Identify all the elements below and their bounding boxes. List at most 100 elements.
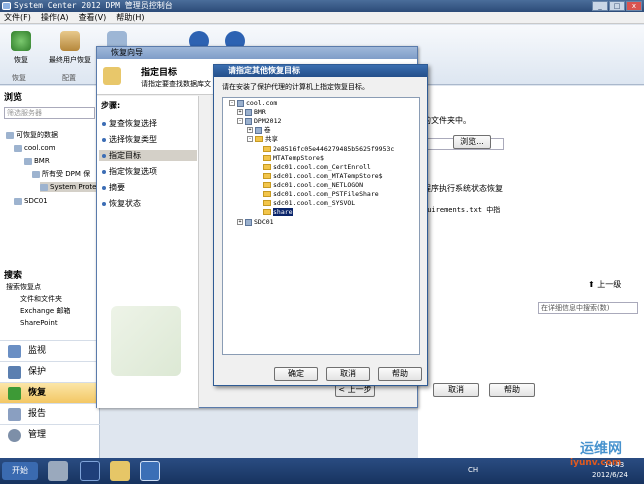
shield-icon <box>40 183 48 191</box>
folder-icon <box>263 146 271 152</box>
system-state-text: 程序执行系统状态恢复 <box>423 184 503 193</box>
workspace-protection[interactable]: 保护 <box>0 361 100 382</box>
workspace-monitor[interactable]: 监视 <box>0 340 100 361</box>
close-button[interactable]: x <box>626 1 642 11</box>
dialog-ok-button[interactable]: 确定 <box>274 367 318 381</box>
disk-icon <box>255 126 262 134</box>
monitor-icon <box>8 345 21 358</box>
tree-all-protected[interactable]: 所有受 DPM 保 <box>32 169 90 179</box>
tree-sdc01[interactable]: SDC01 <box>14 196 48 206</box>
node-dpm2012[interactable]: - DPM2012 <box>237 117 281 126</box>
search-files-folders[interactable]: 文件和文件夹 <box>20 294 62 304</box>
search-exchange[interactable]: Exchange 邮箱 <box>20 306 70 316</box>
window-controls: _ □ x <box>592 1 642 11</box>
step-dot <box>102 154 106 158</box>
node-share[interactable]: sdc01.cool.com_CertEnroll <box>263 163 371 172</box>
node-share[interactable]: sdc01.cool.com_MTATempStore$ <box>263 172 383 181</box>
tree-bmr[interactable]: BMR <box>24 156 50 166</box>
dialog-help-button[interactable]: 帮助 <box>378 367 422 381</box>
group-label-recover: 恢复 <box>12 74 26 82</box>
node-share[interactable]: sdc01.cool.com_SYSVOL <box>263 199 355 208</box>
domain-icon <box>237 99 244 107</box>
workspace-management[interactable]: 管理 <box>0 424 100 445</box>
tree-system-protection[interactable]: System Prote <box>40 182 97 192</box>
folder-icon <box>32 170 40 178</box>
server-icon <box>14 197 22 205</box>
language-indicator[interactable]: CH <box>468 466 478 474</box>
server-filter-input[interactable]: 筛选服务器 <box>4 107 95 119</box>
folder-icon <box>263 191 271 197</box>
title-bar: System Center 2012 DPM 管理员控制台 <box>0 0 644 12</box>
users-icon <box>60 31 80 51</box>
wizard-heading: 指定目标 <box>141 68 178 78</box>
watermark-text: 运维网 <box>580 441 622 457</box>
step-dot <box>102 186 106 190</box>
menu-bar: 文件(F) 操作(A) 查看(V) 帮助(H) <box>0 12 644 24</box>
search-sharepoint[interactable]: SharePoint <box>20 318 58 328</box>
details-search-input[interactable]: 在详细信息中搜索(数) <box>538 302 638 314</box>
watermark-url: iyunv.com <box>570 458 622 468</box>
node-shares[interactable]: - 共享 <box>247 135 278 144</box>
wizard-title-bar: 恢复向导 <box>97 47 417 59</box>
group-label-config: 配置 <box>62 74 76 82</box>
node-share[interactable]: sdc01.cool.com_NETLOGON <box>263 181 363 190</box>
folder-icon <box>103 67 121 85</box>
folder-icon <box>263 209 271 215</box>
menu-help[interactable]: 帮助(H) <box>116 12 144 23</box>
explorer-icon[interactable] <box>110 461 130 481</box>
dialog-cancel-button[interactable]: 取消 <box>326 367 370 381</box>
node-volumes[interactable]: + 卷 <box>247 126 271 135</box>
node-share[interactable]: 2e8516fc05e446279485b5625f9953c <box>263 145 394 154</box>
step-review: 复查恢复选择 <box>99 118 197 129</box>
folder-icon <box>263 182 271 188</box>
maximize-button[interactable]: □ <box>609 1 625 11</box>
clock-date: 2012/6/24 <box>592 471 628 479</box>
step-options: 指定恢复选项 <box>99 166 197 177</box>
node-share[interactable]: sdc01.cool.com_PSTFileShare <box>263 190 379 199</box>
folder-icon <box>263 164 271 170</box>
up-level-button[interactable]: ⬆ 上一级 <box>588 279 621 290</box>
recover-icon <box>11 31 31 51</box>
server-icon <box>245 218 252 226</box>
server-icon <box>245 117 252 125</box>
minimize-button[interactable]: _ <box>592 1 608 11</box>
workspace-reports[interactable]: 报告 <box>0 403 100 424</box>
nav-title: 浏览 <box>4 93 23 103</box>
server-manager-icon[interactable] <box>48 461 68 481</box>
gear-icon <box>8 429 21 442</box>
step-destination: 指定目标 <box>99 150 197 161</box>
lock-icon <box>8 366 21 379</box>
dpm-console-icon[interactable] <box>140 461 160 481</box>
report-icon <box>8 408 21 421</box>
menu-action[interactable]: 操作(A) <box>41 12 69 23</box>
destination-tree[interactable]: - cool.com + BMR - DPM2012 + 卷 - 共享 2e8516fc0… <box>222 97 420 355</box>
database-icon <box>6 131 14 139</box>
step-summary: 摘要 <box>99 182 197 193</box>
browse-button[interactable]: 浏览... <box>453 135 491 149</box>
node-bmr[interactable]: + BMR <box>237 108 266 117</box>
folder-icon <box>263 200 271 206</box>
taskbar: 开始 CH 14:43 2012/6/24 <box>0 458 644 484</box>
tree-cool-com[interactable]: cool.com <box>14 143 56 153</box>
menu-view[interactable]: 查看(V) <box>79 12 107 23</box>
search-recovery-points[interactable]: 搜索恢复点 <box>6 282 41 292</box>
node-share-selected[interactable]: share <box>263 208 293 217</box>
wizard-cancel-button[interactable]: 取消 <box>433 383 479 397</box>
end-user-recovery-button[interactable]: 最终用户恢复 <box>44 31 96 65</box>
domain-icon <box>14 144 22 152</box>
watermark-arrow-icon <box>111 306 181 376</box>
recover-button[interactable]: 恢复 <box>6 31 36 65</box>
node-sdc01[interactable]: + SDC01 <box>237 218 274 227</box>
menu-file[interactable]: 文件(F) <box>4 12 31 23</box>
steps-label: 步骤: <box>101 101 121 110</box>
tree-recoverable-data[interactable]: 可恢复的数据 <box>6 130 58 140</box>
node-cool-com[interactable]: - cool.com <box>229 99 277 108</box>
start-button[interactable]: 开始 <box>2 462 38 480</box>
workspace-recovery[interactable]: 恢复 <box>0 382 100 403</box>
powershell-icon[interactable] <box>80 461 100 481</box>
window-title: System Center 2012 DPM 管理员控制台 <box>14 1 173 10</box>
details-pane: ⬆ 上一级 在详细信息中搜索(数) <box>418 86 644 460</box>
node-share[interactable]: MTATempStore$ <box>263 154 324 163</box>
wizard-steps: 步骤: 复查恢复选择 选择恢复类型 指定目标 指定恢复选项 摘要 恢复状态 <box>97 96 199 408</box>
wizard-help-button[interactable]: 帮助 <box>489 383 535 397</box>
